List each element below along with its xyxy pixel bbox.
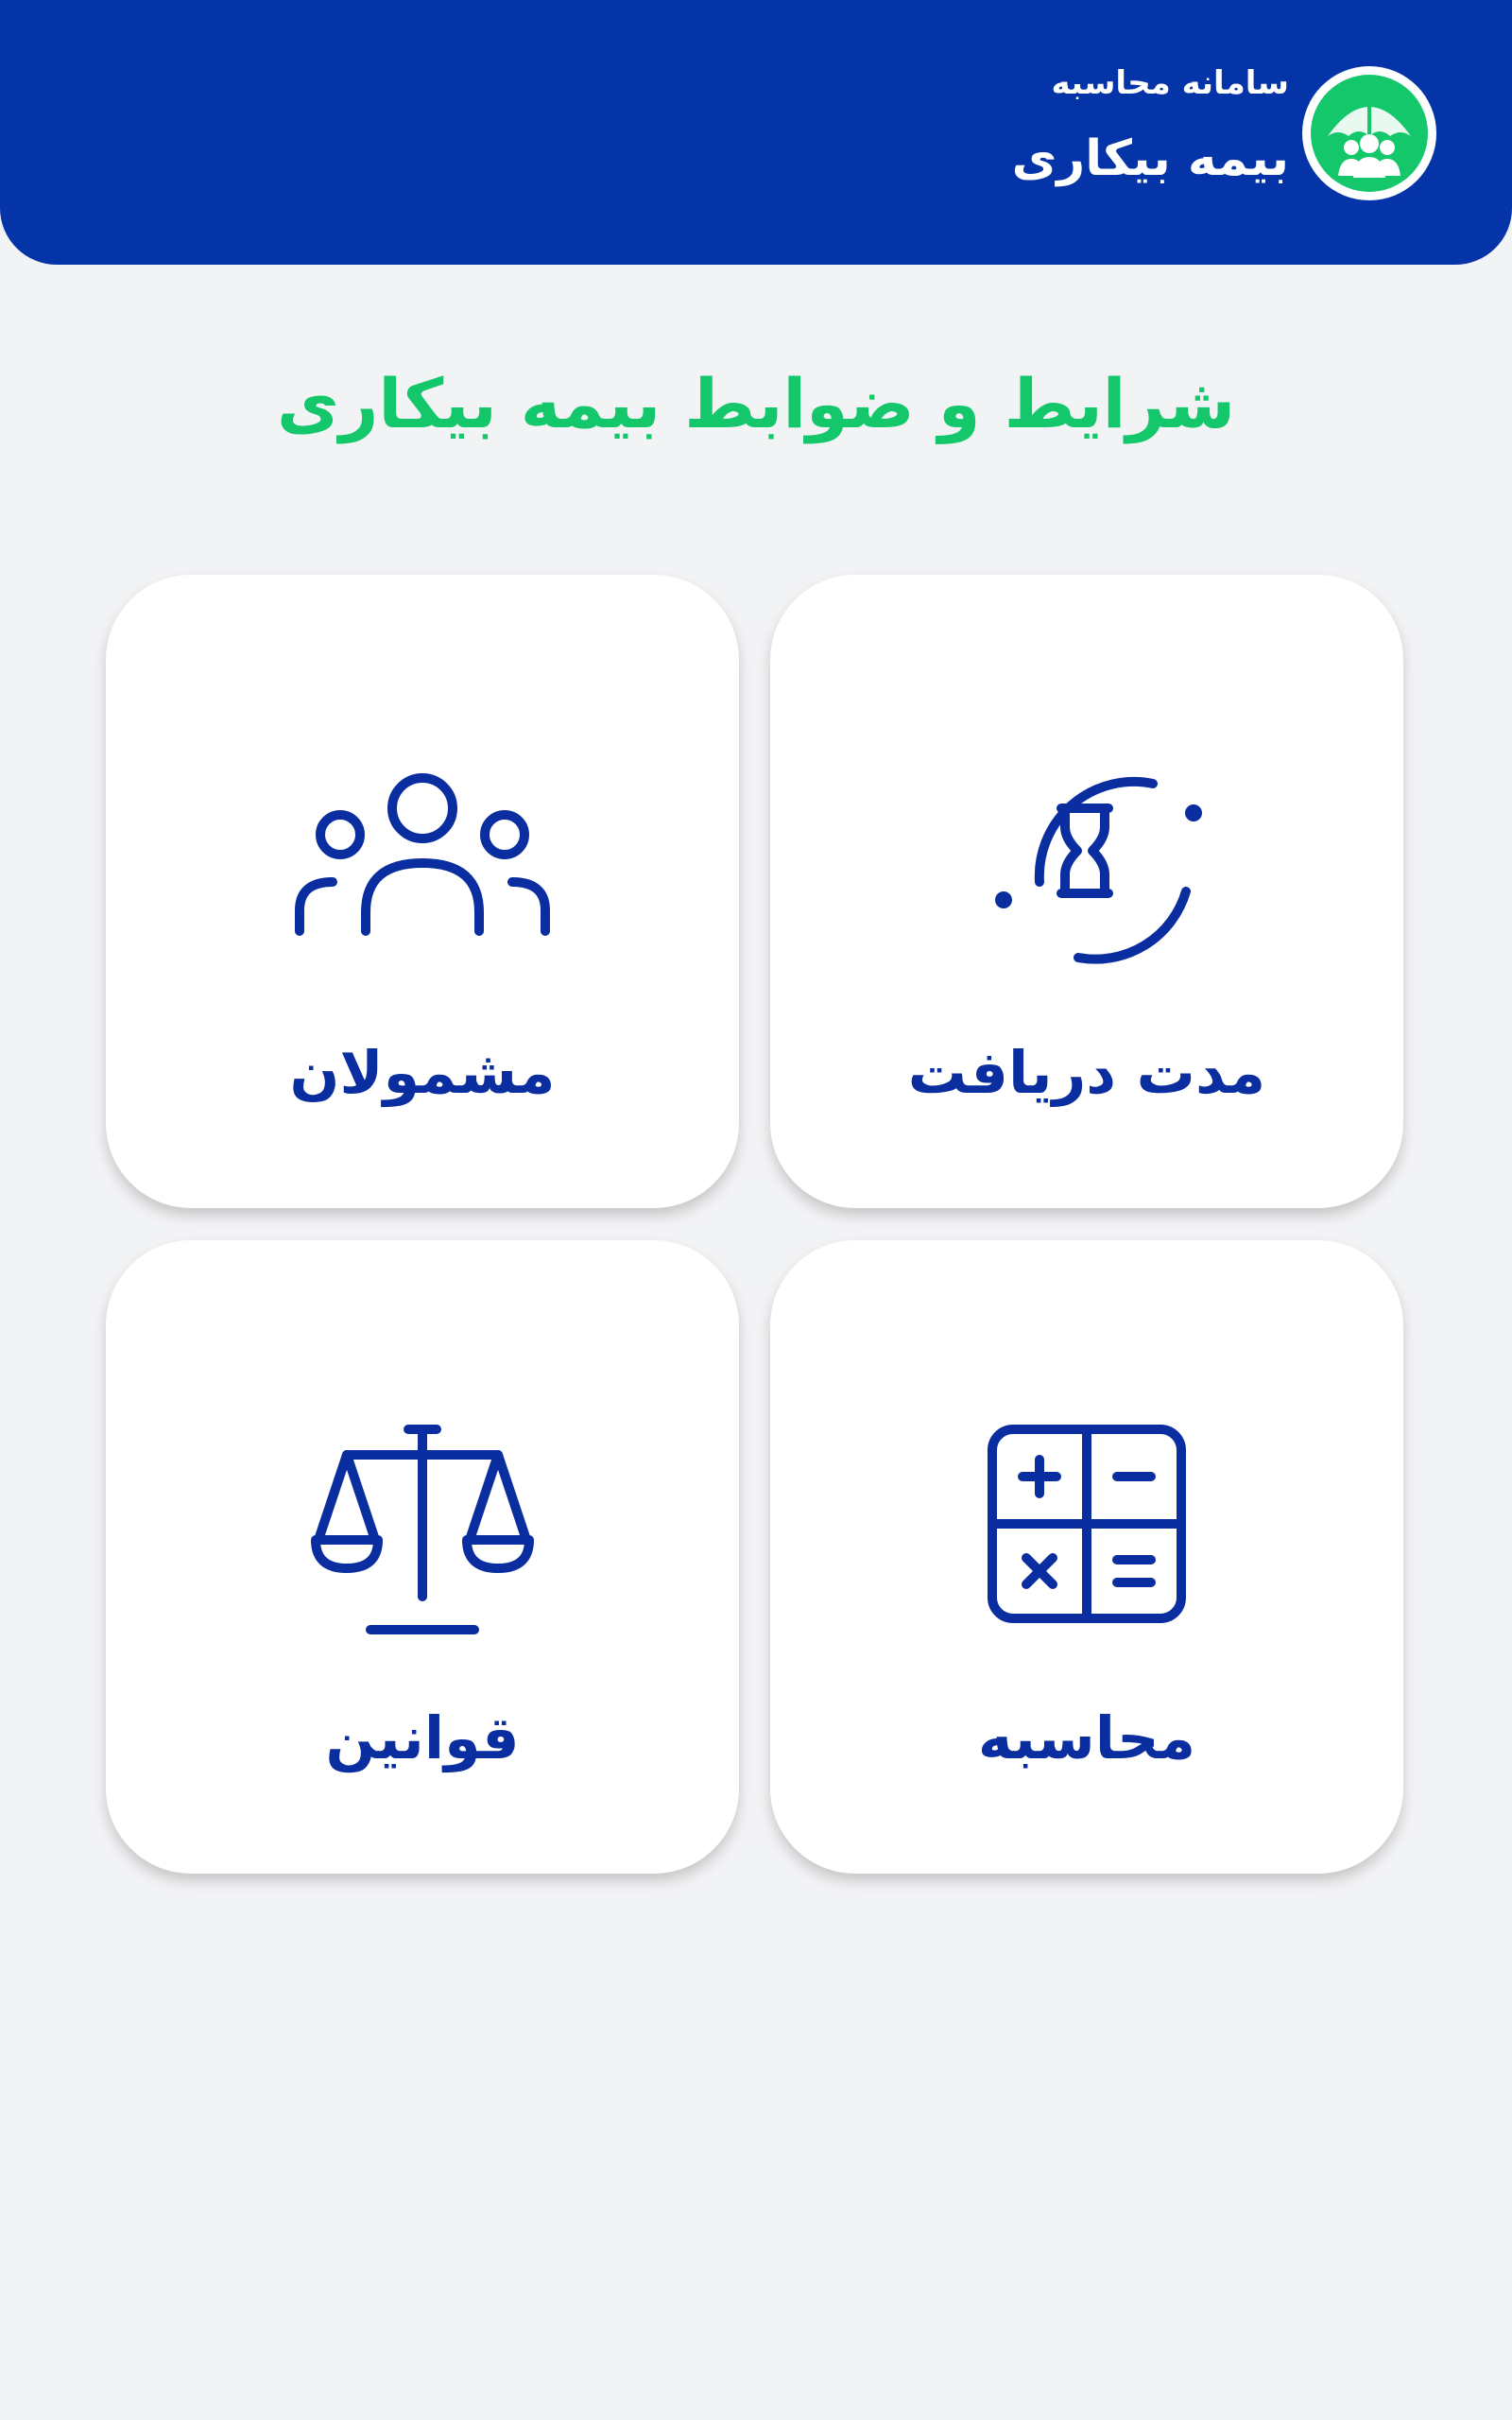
duration-label: مدت دریافت [907, 1038, 1266, 1107]
umbrella-people-icon[interactable] [1302, 66, 1436, 200]
page-title: شرایط و ضوابط بیمه بیکاری [276, 364, 1236, 443]
scales-icon [295, 1425, 550, 1637]
laws-card[interactable]: قوانین [106, 1240, 739, 1874]
laws-label: قوانین [325, 1703, 520, 1772]
calculator-icon [959, 1425, 1214, 1637]
people-group-icon [295, 759, 550, 972]
calculator-label: محاسبه [977, 1703, 1196, 1772]
app-title: بیمه بیکاری [1011, 130, 1289, 187]
app-header: سامانه محاسبه بیمه بیکاری [0, 0, 1512, 265]
app-subtitle: سامانه محاسبه [1051, 64, 1290, 102]
covered-label: مشمولان [289, 1038, 556, 1107]
hourglass-timer-icon [959, 759, 1214, 972]
calculator-card[interactable]: محاسبه [770, 1240, 1403, 1874]
duration-card[interactable]: مدت دریافت [770, 575, 1403, 1208]
covered-card[interactable]: مشمولان [106, 575, 739, 1208]
